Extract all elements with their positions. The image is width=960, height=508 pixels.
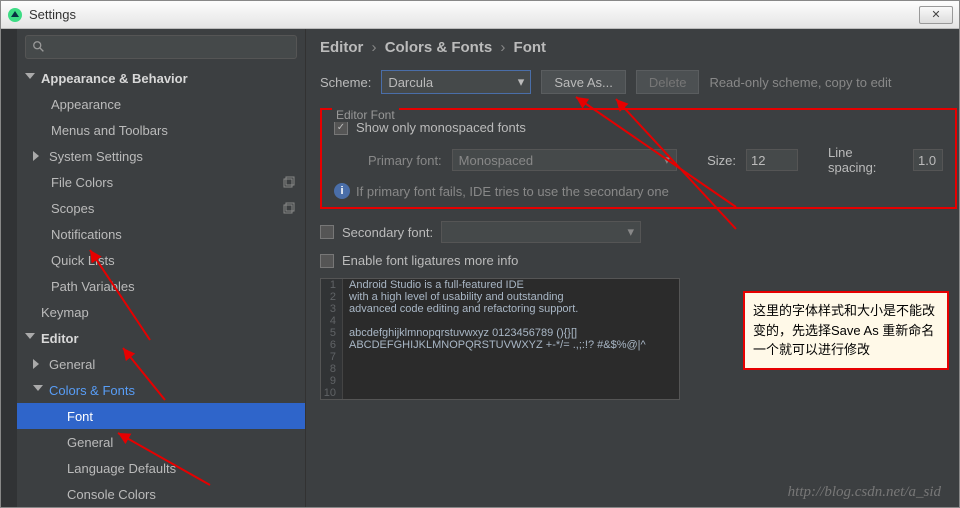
annotation-callout: 这里的字体样式和大小是不能改变的，先选择Save As 重新命名一个就可以进行修…	[743, 291, 949, 370]
project-icon	[283, 176, 295, 188]
chevron-down-icon	[25, 333, 35, 343]
tree-file-colors[interactable]: File Colors	[17, 169, 305, 195]
chevron-down-icon	[25, 73, 35, 83]
ligatures-checkbox[interactable]	[320, 254, 334, 268]
tree-label: Notifications	[51, 227, 122, 242]
project-icon	[283, 202, 295, 214]
spacing-input[interactable]	[913, 149, 943, 171]
primary-font-select[interactable]: Monospaced ▾	[452, 149, 677, 171]
tree-appearance-behavior[interactable]: Appearance & Behavior	[17, 65, 305, 91]
primary-font-row: Primary font: Monospaced ▾ Size: Line sp…	[334, 145, 943, 175]
tree-label: Scopes	[51, 201, 94, 216]
tree-label: Appearance	[51, 97, 121, 112]
chevron-right-icon	[33, 151, 43, 161]
tree-label: Language Defaults	[67, 461, 176, 476]
tree-label: Font	[67, 409, 93, 424]
settings-window: Settings ✕ Appearance & Behavior Appeara…	[0, 0, 960, 508]
tree-label: General	[67, 435, 113, 450]
scheme-value: Darcula	[388, 75, 433, 90]
show-mono-label: Show only monospaced fonts	[356, 120, 526, 135]
save-as-button[interactable]: Save As...	[541, 70, 626, 94]
info-icon: i	[334, 183, 350, 199]
close-button[interactable]: ✕	[919, 6, 953, 24]
size-input[interactable]	[746, 149, 798, 171]
tree-label: Menus and Toolbars	[51, 123, 168, 138]
readonly-message: Read-only scheme, copy to edit	[709, 75, 891, 90]
spacing-label: Line spacing:	[828, 145, 903, 175]
editor-font-legend: Editor Font	[332, 108, 399, 122]
chevron-right-icon: ›	[372, 39, 377, 56]
crumb: Font	[514, 39, 546, 56]
sidebar: Appearance & Behavior Appearance Menus a…	[17, 29, 306, 507]
chevron-down-icon	[33, 385, 43, 395]
primary-font-value: Monospaced	[459, 153, 533, 168]
search-icon	[32, 40, 46, 54]
secondary-section: Secondary font: ▾ Enable font ligatures …	[320, 221, 959, 268]
tree-console-colors[interactable]: Console Colors	[17, 481, 305, 507]
tree-label: Colors & Fonts	[49, 383, 135, 398]
tree-keymap[interactable]: Keymap	[17, 299, 305, 325]
tree-label: Path Variables	[51, 279, 135, 294]
font-preview: 1Android Studio is a full-featured IDE2w…	[320, 278, 680, 400]
secondary-font-select[interactable]: ▾	[441, 221, 641, 243]
window-title: Settings	[29, 7, 919, 22]
tree-lang-defaults[interactable]: Language Defaults	[17, 455, 305, 481]
left-gutter	[1, 29, 17, 507]
scheme-row: Scheme: Darcula ▾ Save As... Delete Read…	[320, 70, 959, 94]
tree-label: System Settings	[49, 149, 143, 164]
ligatures-row: Enable font ligatures more info	[320, 253, 959, 268]
tree-system-settings[interactable]: System Settings	[17, 143, 305, 169]
breadcrumb: Editor › Colors & Fonts › Font	[320, 39, 959, 56]
tree-label: Appearance & Behavior	[41, 71, 188, 86]
tree-scopes[interactable]: Scopes	[17, 195, 305, 221]
show-mono-checkbox[interactable]: ✓	[334, 121, 348, 135]
ligatures-label: Enable font ligatures more info	[342, 253, 518, 268]
tree-label: Quick Lists	[51, 253, 115, 268]
primary-font-label: Primary font:	[334, 153, 442, 168]
editor-font-group: Editor Font ✓ Show only monospaced fonts…	[320, 108, 957, 209]
app-icon	[7, 7, 23, 23]
tree-general[interactable]: General	[17, 351, 305, 377]
size-label: Size:	[707, 153, 736, 168]
secondary-font-row: Secondary font: ▾	[320, 221, 959, 243]
info-text: If primary font fails, IDE tries to use …	[356, 184, 669, 199]
main-panel: Editor › Colors & Fonts › Font Scheme: D…	[306, 29, 959, 507]
titlebar: Settings ✕	[1, 1, 959, 29]
settings-tree: Appearance & Behavior Appearance Menus a…	[17, 65, 305, 507]
tree-label: Editor	[41, 331, 79, 346]
chevron-right-icon: ›	[500, 39, 505, 56]
chevron-down-icon: ▾	[664, 152, 671, 168]
secondary-font-checkbox[interactable]	[320, 225, 334, 239]
watermark: http://blog.csdn.net/a_sid	[788, 484, 941, 501]
tree-quick-lists[interactable]: Quick Lists	[17, 247, 305, 273]
tree-label: File Colors	[51, 175, 113, 190]
crumb: Editor	[320, 39, 363, 56]
crumb: Colors & Fonts	[385, 39, 493, 56]
show-mono-row: ✓ Show only monospaced fonts	[334, 120, 943, 135]
tree-label: General	[49, 357, 95, 372]
tree-menus-toolbars[interactable]: Menus and Toolbars	[17, 117, 305, 143]
tree-notifications[interactable]: Notifications	[17, 221, 305, 247]
tree-editor[interactable]: Editor	[17, 325, 305, 351]
scheme-dropdown[interactable]: Darcula ▾	[381, 70, 531, 94]
chevron-right-icon	[33, 359, 43, 369]
tree-colors-fonts[interactable]: Colors & Fonts	[17, 377, 305, 403]
chevron-down-icon: ▾	[628, 224, 635, 240]
tree-label: Console Colors	[67, 487, 156, 502]
secondary-font-label: Secondary font:	[342, 225, 433, 240]
search-input[interactable]	[25, 35, 297, 59]
scheme-label: Scheme:	[320, 75, 371, 90]
info-row: i If primary font fails, IDE tries to us…	[334, 183, 943, 199]
tree-path-variables[interactable]: Path Variables	[17, 273, 305, 299]
tree-label: Keymap	[41, 305, 89, 320]
delete-button[interactable]: Delete	[636, 70, 700, 94]
tree-appearance[interactable]: Appearance	[17, 91, 305, 117]
chevron-down-icon: ▾	[518, 74, 525, 90]
content: Appearance & Behavior Appearance Menus a…	[1, 29, 959, 507]
tree-font[interactable]: Font	[17, 403, 305, 429]
tree-general2[interactable]: General	[17, 429, 305, 455]
